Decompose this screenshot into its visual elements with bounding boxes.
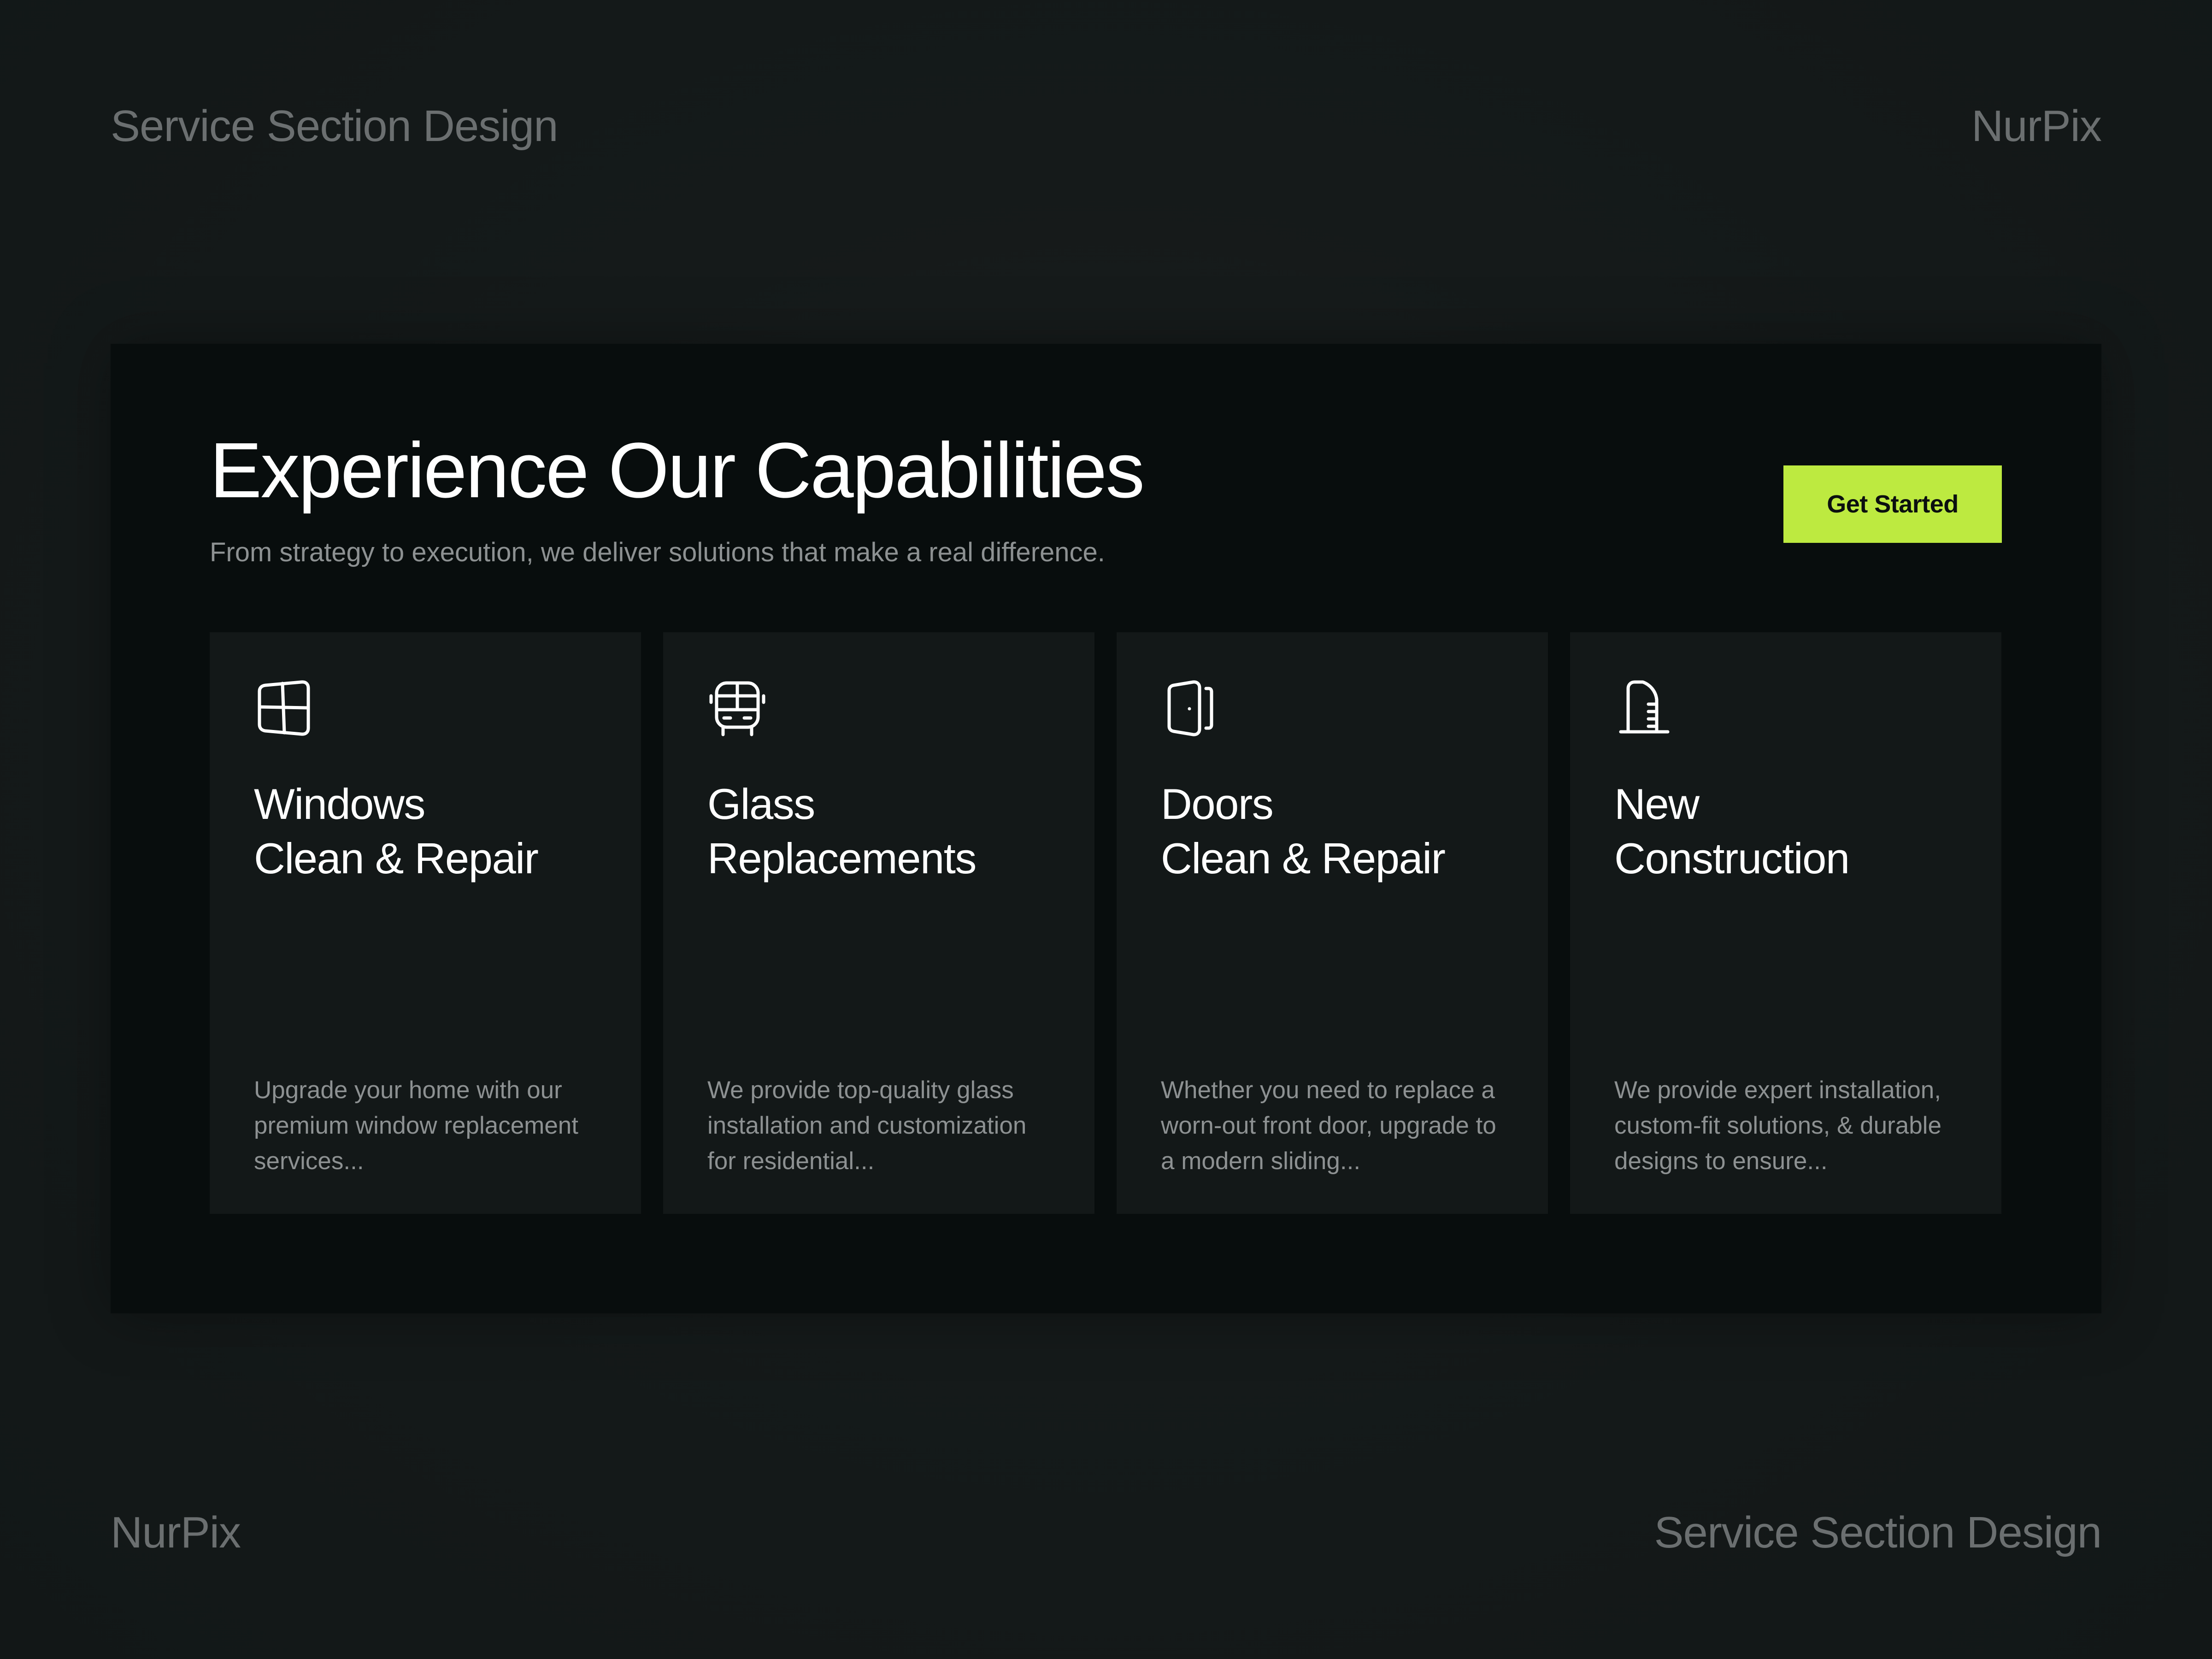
card-title-line: Replacements (707, 834, 977, 882)
card-description: Whether you need to replace a worn-out f… (1161, 1072, 1511, 1179)
card-title-line: New (1614, 780, 1700, 828)
card-title-line: Glass (707, 780, 815, 828)
card-title: Windows Clean & Repair (254, 777, 623, 886)
corner-label-top-left: Service Section Design (111, 101, 558, 151)
card-description-line: We provide expert installation, (1614, 1077, 1941, 1104)
card-description-line: installation and customization (707, 1112, 1027, 1139)
card-description-line: We provide top-quality glass (707, 1077, 1014, 1104)
service-card-new-construction[interactable]: New Construction We provide expert insta… (1570, 632, 2001, 1214)
card-title-line: Clean & Repair (1161, 834, 1446, 882)
service-card-glass[interactable]: Glass Replacements We provide top-qualit… (663, 632, 1094, 1214)
card-description-line: custom-fit solutions, & durable (1614, 1112, 1941, 1139)
window-icon (254, 678, 314, 738)
card-description: We provide expert installation, custom-f… (1614, 1072, 1965, 1179)
glass-pane-icon (707, 678, 767, 738)
card-title: Glass Replacements (707, 777, 1076, 886)
card-title: Doors Clean & Repair (1161, 777, 1530, 886)
card-description-line: designs to ensure... (1614, 1147, 1828, 1175)
service-cards: Windows Clean & Repair Upgrade your home… (210, 632, 2002, 1214)
corner-brand-top-right: NurPix (1971, 101, 2102, 151)
card-description-line: a modern sliding... (1161, 1147, 1361, 1175)
card-description-line: worn-out front door, upgrade to (1161, 1112, 1496, 1139)
door-icon (1161, 678, 1221, 738)
card-title-line: Construction (1614, 834, 1850, 882)
card-description-line: services... (254, 1147, 364, 1175)
card-description-line: premium window replacement (254, 1112, 579, 1139)
card-description-line: Upgrade your home with our (254, 1077, 562, 1104)
card-description-line: Whether you need to replace a (1161, 1077, 1495, 1104)
card-title-line: Doors (1161, 780, 1274, 828)
card-description: Upgrade your home with our premium windo… (254, 1072, 604, 1179)
section-headline: Experience Our Capabilities (210, 427, 1145, 514)
service-card-doors[interactable]: Doors Clean & Repair Whether you need to… (1117, 632, 1548, 1214)
services-section: Experience Our Capabilities From strateg… (111, 344, 2101, 1313)
corner-brand-bottom-left: NurPix (111, 1508, 241, 1557)
corner-label-bottom-right: Service Section Design (1654, 1508, 2102, 1557)
card-description-line: for residential... (707, 1147, 875, 1175)
service-card-windows[interactable]: Windows Clean & Repair Upgrade your home… (210, 632, 641, 1214)
card-title-line: Windows (254, 780, 425, 828)
building-icon (1614, 678, 1674, 738)
card-title-line: Clean & Repair (254, 834, 539, 882)
card-description: We provide top-quality glass installatio… (707, 1072, 1058, 1179)
get-started-button[interactable]: Get Started (1783, 465, 2002, 543)
card-title: New Construction (1614, 777, 1983, 886)
section-subtitle: From strategy to execution, we deliver s… (210, 537, 1105, 567)
